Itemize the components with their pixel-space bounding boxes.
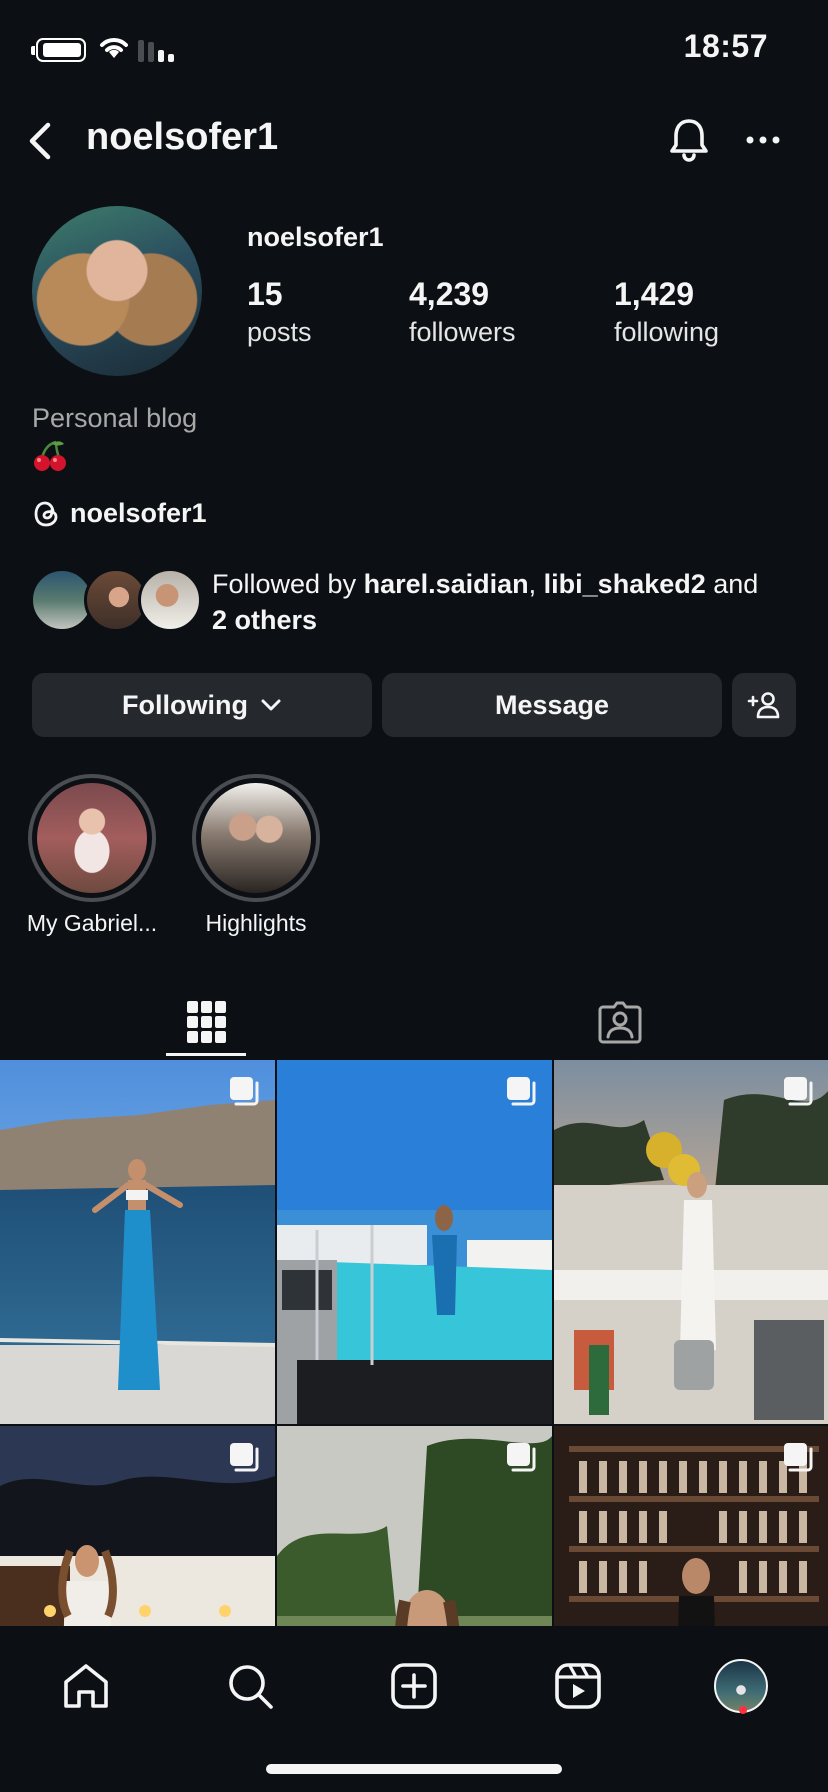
- mutual-user[interactable]: harel.saidian: [364, 569, 529, 599]
- mutual-others[interactable]: 2 others: [212, 605, 317, 635]
- back-arrow-icon[interactable]: [22, 118, 62, 164]
- home-indicator: [266, 1764, 562, 1774]
- avatar: [138, 568, 202, 632]
- home-icon: [64, 1664, 108, 1708]
- post-image: [554, 1060, 828, 1424]
- reels-icon: [555, 1663, 601, 1709]
- highlight-cover: [201, 783, 311, 893]
- tab-tagged[interactable]: [580, 986, 660, 1058]
- highlight-label: My Gabriel...: [26, 910, 158, 936]
- message-label: Message: [494, 689, 610, 720]
- add-user-icon: [747, 692, 780, 719]
- following-label: Following: [122, 689, 248, 720]
- post-thumbnail[interactable]: [554, 1060, 828, 1424]
- profile-avatar[interactable]: [32, 206, 202, 376]
- grid-icon: [187, 1001, 226, 1043]
- battery-icon: [31, 38, 86, 62]
- stat-label: followers: [409, 317, 516, 347]
- threads-handle: noelsofer1: [70, 498, 207, 528]
- followed-by-text[interactable]: Followed by harel.saidian, libi_shaked2 …: [212, 566, 802, 638]
- mutual-user[interactable]: libi_shaked2: [544, 569, 706, 599]
- stat-value: 4,239: [409, 276, 490, 312]
- multiple-photos-icon: [784, 1443, 813, 1472]
- active-tab-indicator: [166, 1053, 246, 1056]
- threads-link[interactable]: noelsofer1: [32, 498, 207, 529]
- message-button[interactable]: Message: [382, 673, 722, 737]
- tagged-person-icon: [598, 1001, 642, 1044]
- profile-name: noelsofer1: [247, 222, 384, 252]
- notification-dot: [739, 1706, 747, 1714]
- cellular-signal-icon: [138, 38, 174, 62]
- post-thumbnail[interactable]: [0, 1060, 275, 1424]
- chevron-down-icon: [261, 699, 281, 711]
- profile-avatar: [714, 1659, 768, 1713]
- multiple-photos-icon: [507, 1443, 536, 1472]
- search-icon: [229, 1665, 273, 1709]
- nav-create[interactable]: [384, 1656, 444, 1716]
- status-time: 18:57: [683, 28, 768, 64]
- tab-posts-grid[interactable]: [166, 986, 246, 1058]
- create-icon: [391, 1663, 437, 1709]
- post-thumbnail[interactable]: [277, 1060, 552, 1424]
- header-username: noelsofer1: [86, 116, 279, 158]
- stat-label: following: [614, 317, 720, 347]
- cherries-icon: [34, 440, 66, 471]
- highlight-highlights[interactable]: [192, 774, 320, 902]
- multiple-photos-icon: [784, 1077, 813, 1106]
- post-image: [0, 1060, 275, 1424]
- profile-category: Personal blog: [32, 403, 198, 433]
- notification-bell-icon[interactable]: [666, 116, 712, 164]
- posts-count[interactable]: 15 posts: [247, 276, 312, 352]
- followed-by-prefix: Followed by: [212, 569, 364, 599]
- more-options-icon[interactable]: [746, 128, 780, 152]
- stat-value: 15: [247, 276, 283, 312]
- post-image: [277, 1060, 552, 1424]
- multiple-photos-icon: [507, 1077, 536, 1106]
- threads-icon: [34, 501, 58, 526]
- stat-value: 1,429: [614, 276, 695, 312]
- followed-by-conjunction: and: [705, 569, 759, 599]
- followers-count[interactable]: 4,239 followers: [409, 276, 516, 352]
- highlight-my-gabriel[interactable]: [28, 774, 156, 902]
- suggested-users-button[interactable]: [732, 673, 796, 737]
- nav-reels[interactable]: [548, 1656, 608, 1716]
- wifi-icon: [100, 38, 128, 58]
- highlight-label: Highlights: [205, 910, 307, 936]
- followed-by-separator: ,: [528, 569, 544, 599]
- following-count[interactable]: 1,429 following: [614, 276, 719, 352]
- nav-search[interactable]: [220, 1656, 280, 1716]
- bio-emoji: [32, 440, 68, 477]
- following-button[interactable]: Following: [32, 673, 372, 737]
- nav-home[interactable]: [56, 1656, 116, 1716]
- stat-label: posts: [247, 317, 312, 347]
- multiple-photos-icon: [230, 1077, 259, 1106]
- multiple-photos-icon: [230, 1443, 259, 1472]
- highlight-cover: [37, 783, 147, 893]
